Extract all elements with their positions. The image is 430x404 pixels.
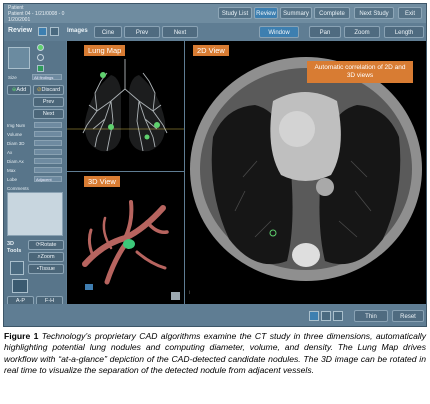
3d-view-viewport[interactable]: 3D View [67,172,184,304]
img-num-label: Img Num [7,123,26,128]
max-value [34,167,62,173]
exit-button[interactable]: Exit [398,7,422,19]
comments-textarea[interactable] [7,192,63,236]
prev-slice-icon[interactable] [309,311,319,321]
comments-label: Comments [7,186,29,191]
summary-button[interactable]: Summary [280,7,312,19]
size-select[interactable]: All findings [32,74,62,80]
figure-number: Figure 1 [4,331,39,341]
next-finding-button[interactable]: Next [33,109,64,119]
diam-ax-value [34,158,62,164]
ax-label: Ax [7,150,13,155]
stack-icon[interactable] [321,311,331,321]
study-list-button[interactable]: Study List [218,7,252,19]
tissue-label: Tissue [38,266,55,272]
figure-caption: Figure 1 Technology’s proprietary CAD al… [4,331,426,377]
2d-view-label: 2D View [193,45,229,56]
diam3d-label: Diam 3D [7,141,25,146]
window-button[interactable]: Window [259,26,299,38]
zoom-3d-button[interactable]: ⌕Zoom [28,252,64,262]
orientation-cube-icon[interactable] [12,279,28,293]
discard-button[interactable]: ⊘Discard [33,85,64,95]
bottom-toolbar: Thin Reset [4,304,426,326]
nodule-marker-icon[interactable] [37,44,44,51]
reset-button[interactable]: Reset [392,310,424,322]
img-num-value [34,122,62,128]
diam-ax-label: Diam Ax [7,159,24,164]
lung-map-image [67,59,184,152]
cine-button[interactable]: Cine [94,26,122,38]
thumbnail-preview[interactable] [8,47,30,69]
length-button[interactable]: Length [384,26,424,38]
lobe-select[interactable]: Adjacent [34,176,62,182]
ct-overlay-text: | [189,289,190,294]
images-label: Images [67,28,88,34]
square-tool-icon[interactable] [37,65,44,72]
pan-button[interactable]: Pan [309,26,341,38]
tissue-preview-icon [10,261,24,275]
ax-value [34,149,62,155]
2d-view-viewport[interactable]: | 2D View Automatic correlation of 2D an… [185,41,426,304]
tissue-button[interactable]: ▪Tissue [28,264,64,274]
next-image-button[interactable]: Next [162,26,198,38]
lung-map-viewport[interactable]: Lung Map [67,41,184,171]
image-toolbar: Review Images Cine Prev Next Window Pan … [4,23,426,41]
circle-tool-icon[interactable] [37,54,44,61]
correlation-callout: Automatic correlation of 2D and 3D views [307,61,413,83]
complete-button[interactable]: Complete [314,7,350,19]
layout-icon[interactable] [38,27,47,36]
volume-label: Volume [7,132,23,137]
volume-value [34,131,62,137]
review-label: Review [8,27,33,34]
add-button[interactable]: ⊕Add [7,85,31,95]
lung-map-label: Lung Map [84,45,126,56]
thin-slice-button[interactable]: Thin [354,310,388,322]
left-panel: Size All findings ⊕Add ⊘Discard Prev Nex… [4,41,66,326]
next-slice-icon[interactable] [333,311,343,321]
max-label: Max [7,168,16,173]
prev-finding-button[interactable]: Prev [33,97,64,107]
3d-vessel-render [82,200,180,300]
lobe-label: Lobe [7,177,18,182]
rotate-button[interactable]: ⟳Rotate [28,240,64,250]
grid-icon[interactable] [50,27,59,36]
zoom-3d-label: Zoom [40,254,55,260]
cad-application-screenshot: Patient Patient 04 - 1/21/0008 - 0 1/20/… [3,3,427,327]
add-label: Add [16,87,27,93]
caption-text: Technology’s proprietary CAD algorithms … [4,331,426,376]
prev-image-button[interactable]: Prev [124,26,160,38]
size-label: Size [8,75,17,80]
rotate-label: Rotate [40,242,57,248]
discard-label: Discard [41,87,61,93]
top-bar: Patient Patient 04 - 1/21/0008 - 0 1/20/… [4,4,426,23]
next-study-button[interactable]: Next Study [354,7,394,19]
diam3d-value [34,140,62,146]
zoom-button[interactable]: Zoom [344,26,380,38]
3d-tools-label: 3D Tools [7,241,22,254]
review-tab-button[interactable]: Review [254,7,278,19]
3d-view-label: 3D View [84,176,120,187]
